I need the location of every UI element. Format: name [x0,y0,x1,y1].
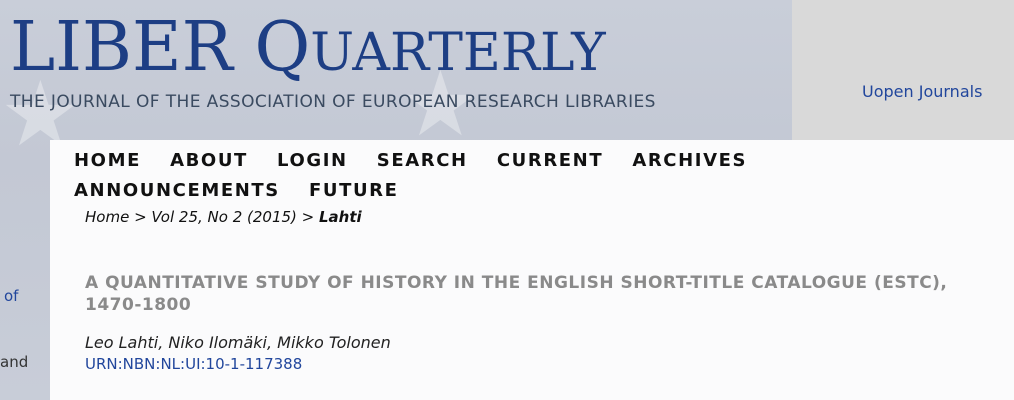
nav-search[interactable]: SEARCH [377,146,468,176]
breadcrumb: Home > Vol 25, No 2 (2015) > Lahti [85,208,362,226]
breadcrumb-issue[interactable]: Vol 25, No 2 (2015) [151,208,296,226]
main-navigation: HOME ABOUT LOGIN SEARCH CURRENT ARCHIVES… [74,146,994,206]
sidebar-link-fragment[interactable]: of [4,287,18,305]
journal-logo-subtitle: THE JOURNAL OF THE ASSOCIATION OF EUROPE… [10,92,656,112]
sidebar-text-fragment: and [0,353,29,371]
nav-login[interactable]: LOGIN [277,146,348,176]
nav-current[interactable]: CURRENT [497,146,603,176]
nav-home[interactable]: HOME [74,146,141,176]
nav-archives[interactable]: ARCHIVES [632,146,747,176]
nav-future[interactable]: FUTURE [309,176,399,206]
breadcrumb-separator: > [296,208,319,226]
breadcrumb-separator: > [129,208,152,226]
journal-logo-title[interactable]: LIBER QUARTERLY [10,14,606,87]
breadcrumb-current[interactable]: Lahti [319,208,362,226]
nav-about[interactable]: ABOUT [170,146,248,176]
header-right-panel [792,0,1014,140]
article-urn[interactable]: URN:NBN:NL:UI:10-1-117388 [85,355,302,373]
article-authors: Leo Lahti, Niko Ilomäki, Mikko Tolonen [85,333,391,352]
open-journals-link[interactable]: Uopen Journals [862,82,982,101]
article-title: A QUANTITATIVE STUDY OF HISTORY IN THE E… [85,273,948,315]
breadcrumb-home[interactable]: Home [85,208,129,226]
nav-announcements[interactable]: ANNOUNCEMENTS [74,176,280,206]
